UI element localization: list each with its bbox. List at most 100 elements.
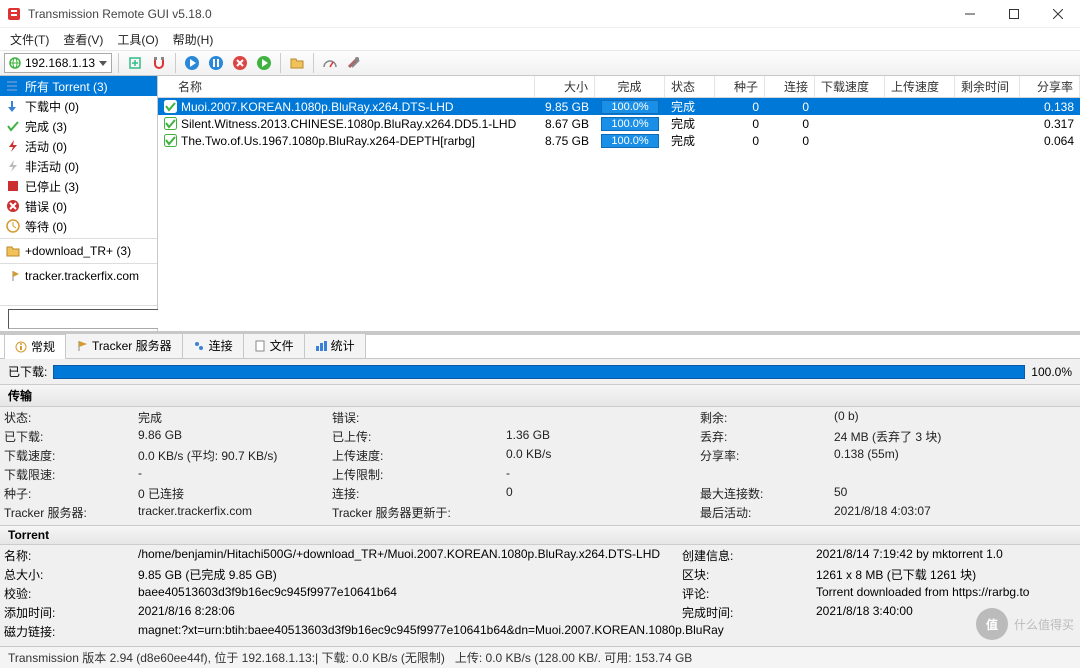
- menu-view[interactable]: 查看(V): [57, 29, 109, 50]
- tab-peers[interactable]: 连接: [182, 333, 244, 358]
- details-tabs: 常规 Tracker 服务器 连接 文件 统计: [0, 335, 1080, 359]
- torrent-row[interactable]: Muoi.2007.KOREAN.1080p.BluRay.x264.DTS-L…: [158, 98, 1080, 115]
- file-icon: [254, 340, 266, 352]
- bolt-icon: [6, 139, 20, 153]
- k-tracker: Tracker 服务器:: [4, 504, 134, 521]
- tab-files[interactable]: 文件: [243, 333, 305, 358]
- tab-label: 统计: [331, 337, 355, 354]
- cell-done: 100.0%: [595, 132, 665, 149]
- remove-button[interactable]: [230, 53, 250, 73]
- cell-size: 8.67 GB: [535, 115, 595, 132]
- cell-peers: 0: [765, 115, 815, 132]
- cell-done: 100.0%: [595, 98, 665, 115]
- filter-inactive[interactable]: 非活动 (0): [0, 156, 157, 176]
- torrent-row[interactable]: The.Two.of.Us.1967.1080p.BluRay.x264-DEP…: [158, 132, 1080, 149]
- start-all-button[interactable]: [254, 53, 274, 73]
- tracker-item[interactable]: tracker.trackerfix.com: [0, 266, 157, 286]
- k-tname: 名称:: [4, 547, 134, 564]
- v-added: 2021/8/16 8:28:06: [138, 604, 678, 621]
- overall-progress: 已下载: 100.0%: [0, 359, 1080, 384]
- folder-item[interactable]: +download_TR+ (3): [0, 241, 157, 261]
- tab-stats[interactable]: 统计: [304, 333, 366, 358]
- menu-help[interactable]: 帮助(H): [167, 29, 220, 50]
- filter-completed[interactable]: 完成 (3): [0, 116, 157, 136]
- k-comment: 评论:: [682, 585, 812, 602]
- open-folder-button[interactable]: [287, 53, 307, 73]
- dropdown-icon: [99, 59, 107, 67]
- filter-waiting[interactable]: 等待 (0): [0, 216, 157, 236]
- col-status[interactable]: 状态: [665, 76, 715, 97]
- v-magnet: magnet:?xt=urn:btih:baee40513603d3f9b16e…: [138, 623, 1056, 640]
- filter-downloading[interactable]: 下载中 (0): [0, 96, 157, 116]
- pause-button[interactable]: [206, 53, 226, 73]
- torrent-list[interactable]: Muoi.2007.KOREAN.1080p.BluRay.x264.DTS-L…: [158, 98, 1080, 331]
- search-input[interactable]: [8, 309, 171, 329]
- v-peers: 0: [506, 485, 696, 502]
- col-size[interactable]: 大小: [535, 76, 595, 97]
- connection-selector[interactable]: 192.168.1.13: [4, 53, 112, 73]
- k-ratio: 分享率:: [700, 447, 830, 464]
- preferences-button[interactable]: [344, 53, 364, 73]
- cell-seeds: 0: [715, 132, 765, 149]
- k-wasted: 丢弃:: [700, 428, 830, 445]
- v-downloaded: 9.86 GB: [138, 428, 328, 445]
- filter-all[interactable]: 所有 Torrent (3): [0, 76, 157, 96]
- v-lastact: 2021/8/18 4:03:07: [834, 504, 1044, 521]
- col-dlspeed[interactable]: 下载速度: [815, 76, 885, 97]
- torrent-header: 名称 大小 完成 状态 种子 连接 下载速度 上传速度 剩余时间 分享率: [158, 76, 1080, 98]
- cell-status: 完成: [665, 132, 715, 149]
- col-ratio[interactable]: 分享率: [1020, 76, 1080, 97]
- torrent-name: Muoi.2007.KOREAN.1080p.BluRay.x264.DTS-L…: [181, 100, 454, 114]
- k-remain: 剩余:: [700, 409, 830, 426]
- torrent-pane: 名称 大小 完成 状态 种子 连接 下载速度 上传速度 剩余时间 分享率 Muo…: [158, 76, 1080, 331]
- filter-label: 所有 Torrent (3): [25, 78, 108, 95]
- torrent-row[interactable]: Silent.Witness.2013.CHINESE.1080p.BluRay…: [158, 115, 1080, 132]
- v-error: [506, 409, 696, 426]
- v-tracker: tracker.trackerfix.com: [138, 504, 328, 521]
- check-icon: [6, 119, 20, 133]
- cell-seeds: 0: [715, 98, 765, 115]
- tracker-label: tracker.trackerfix.com: [25, 269, 139, 283]
- cell-size: 9.85 GB: [535, 98, 595, 115]
- torrent-name: Silent.Witness.2013.CHINESE.1080p.BluRay…: [181, 117, 516, 131]
- menu-tools[interactable]: 工具(O): [111, 29, 164, 50]
- v-seeds: 0 已连接: [138, 485, 328, 502]
- statusbar-mid: 上传: 0.0 KB/s (128.00 KB/. 可用: 153.74 GB: [455, 649, 692, 666]
- progress-percent: 100.0%: [1031, 365, 1072, 379]
- col-name[interactable]: 名称: [158, 76, 535, 97]
- col-eta[interactable]: 剩余时间: [955, 76, 1020, 97]
- cell-seeds: 0: [715, 115, 765, 132]
- col-done[interactable]: 完成: [595, 76, 665, 97]
- tab-general[interactable]: 常规: [4, 334, 66, 359]
- error-icon: [6, 199, 20, 213]
- v-ullimit: -: [506, 466, 696, 483]
- maximize-button[interactable]: [992, 0, 1036, 28]
- tab-trackers[interactable]: Tracker 服务器: [65, 333, 183, 358]
- v-pieces: 1261 x 8 MB (已下载 1261 块): [816, 566, 1056, 583]
- col-ulspeed[interactable]: 上传速度: [885, 76, 955, 97]
- stop-icon: [6, 179, 20, 193]
- k-downloaded: 已下载:: [4, 428, 134, 445]
- add-magnet-button[interactable]: [149, 53, 169, 73]
- speed-limit-button[interactable]: [320, 53, 340, 73]
- v-completed: 2021/8/18 3:40:00: [816, 604, 1056, 621]
- minimize-button[interactable]: [948, 0, 992, 28]
- cell-done: 100.0%: [595, 115, 665, 132]
- v-blank: [834, 466, 1044, 483]
- menubar: 文件(T) 查看(V) 工具(O) 帮助(H): [0, 28, 1080, 50]
- filter-active[interactable]: 活动 (0): [0, 136, 157, 156]
- filter-list: 所有 Torrent (3) 下载中 (0) 完成 (3) 活动 (0) 非活动…: [0, 76, 157, 305]
- menu-file[interactable]: 文件(T): [4, 29, 55, 50]
- cell-status: 完成: [665, 115, 715, 132]
- add-torrent-button[interactable]: [125, 53, 145, 73]
- col-seeds[interactable]: 种子: [715, 76, 765, 97]
- start-button[interactable]: [182, 53, 202, 73]
- k-dlspeed: 下载速度:: [4, 447, 134, 464]
- v-comment: Torrent downloaded from https://rarbg.to: [816, 585, 1056, 602]
- cell-status: 完成: [665, 98, 715, 115]
- filter-error[interactable]: 错误 (0): [0, 196, 157, 216]
- close-button[interactable]: [1036, 0, 1080, 28]
- filter-stopped[interactable]: 已停止 (3): [0, 176, 157, 196]
- v-ulspeed: 0.0 KB/s: [506, 447, 696, 464]
- col-peers[interactable]: 连接: [765, 76, 815, 97]
